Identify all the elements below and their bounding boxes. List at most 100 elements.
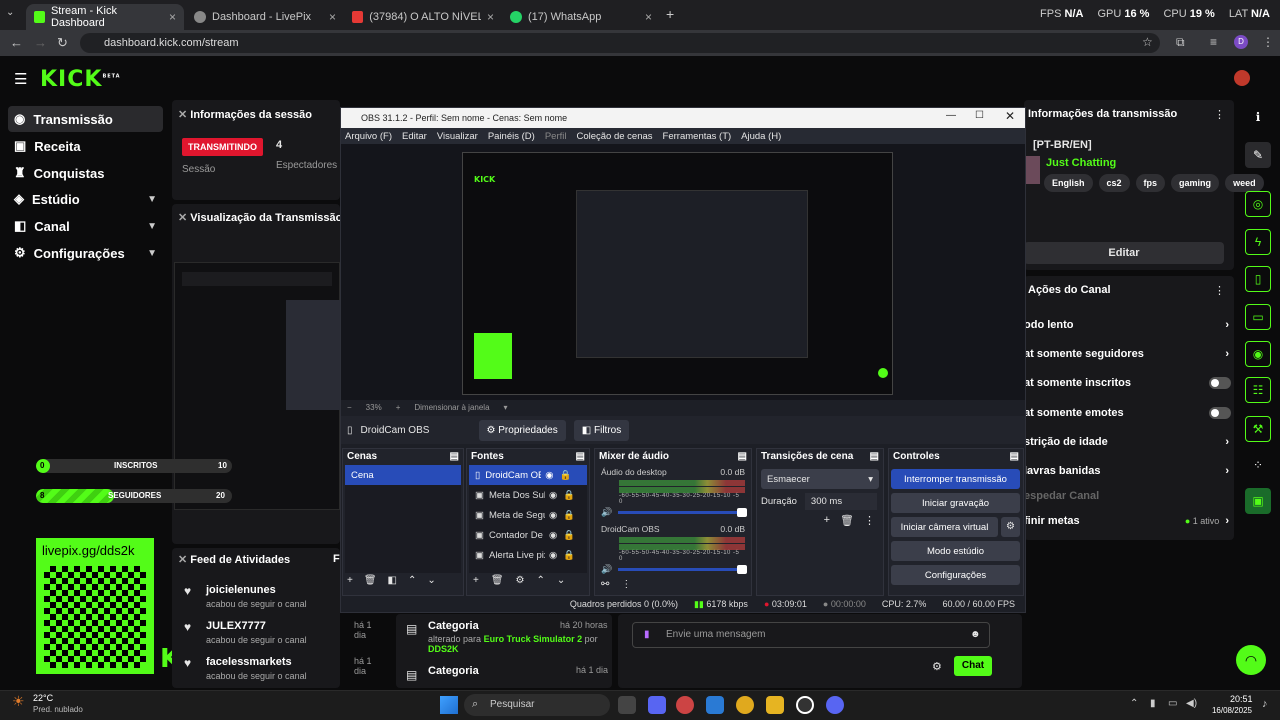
- obs-taskbar-icon[interactable]: [796, 696, 814, 714]
- close-icon[interactable]: ×: [329, 10, 336, 24]
- chevron-down-icon[interactable]: ⌄: [557, 575, 565, 586]
- speaker-icon[interactable]: 🔊: [601, 507, 612, 518]
- document-icon[interactable]: ▯: [1245, 266, 1271, 292]
- bookmark-star-icon[interactable]: ☆: [1142, 35, 1153, 49]
- url-field[interactable]: dashboard.kick.com/stream: [80, 33, 1160, 53]
- add-icon[interactable]: +: [473, 575, 479, 586]
- toggle-switch[interactable]: [1209, 407, 1231, 419]
- close-icon[interactable]: ×: [487, 10, 494, 24]
- start-recording-button[interactable]: Iniciar gravação: [891, 493, 1020, 513]
- menu-perfil[interactable]: Perfil: [545, 131, 567, 142]
- edit-pencil-icon[interactable]: ✎: [1245, 142, 1271, 168]
- tab-kick-dashboard[interactable]: Stream - Kick Dashboard ×: [26, 4, 184, 30]
- chevron-down-icon[interactable]: ▾: [504, 403, 508, 412]
- taskbar-search[interactable]: Pesquisar: [464, 694, 610, 716]
- emote-icon[interactable]: ▮: [644, 629, 650, 640]
- nav-configuracoes[interactable]: ⚙ Configurações ▼: [8, 240, 163, 266]
- close-icon[interactable]: ×: [169, 10, 176, 24]
- browser-menu-icon[interactable]: ⋮: [1262, 35, 1274, 49]
- user-avatar[interactable]: [1234, 70, 1250, 86]
- folder-icon[interactable]: [766, 696, 784, 714]
- category-link[interactable]: Just Chatting: [1046, 157, 1116, 169]
- filters-button[interactable]: ◧ Filtros: [573, 419, 630, 441]
- toggle-switch[interactable]: [1209, 377, 1231, 389]
- menu-visualizar[interactable]: Visualizar: [437, 131, 478, 142]
- windows-start-icon[interactable]: [440, 696, 458, 714]
- tab-search-icon[interactable]: ⌄: [6, 7, 14, 18]
- chevron-down-icon[interactable]: ⌄: [427, 575, 435, 586]
- settings-button[interactable]: Configurações: [891, 565, 1020, 585]
- menu-editar[interactable]: Editar: [402, 131, 427, 142]
- zoom-out-button[interactable]: −: [347, 403, 352, 412]
- chevron-up-icon[interactable]: ⌃: [408, 575, 416, 586]
- source-item[interactable]: ▣ Alerta Live pix ◉ 🔒: [469, 545, 587, 565]
- menu-ferramentas[interactable]: Ferramentas (T): [663, 131, 732, 142]
- transition-select[interactable]: Esmaecer ▾: [761, 469, 879, 489]
- nav-transmissao[interactable]: ◉ Transmissão: [8, 106, 163, 132]
- tab-livepix[interactable]: Dashboard - LivePix ×: [186, 4, 344, 30]
- menu-arquivo[interactable]: Arquivo (F): [345, 131, 392, 142]
- dock-options-icon[interactable]: ▤: [738, 451, 747, 462]
- info-icon[interactable]: ℹ: [1245, 104, 1271, 130]
- more-icon[interactable]: ⋮: [1214, 108, 1225, 121]
- tab-youtube[interactable]: (37984) O ALTO NÍVEL DO PREM ×: [344, 4, 502, 30]
- kick-logo[interactable]: KICKBETA: [40, 67, 121, 92]
- nav-receita[interactable]: ▣ Receita: [8, 133, 163, 159]
- source-item[interactable]: ▣ Meta Dos Sub ◉ 🔒: [469, 485, 587, 505]
- dock-options-icon[interactable]: ▤: [576, 451, 585, 462]
- discord-icon[interactable]: [648, 696, 666, 714]
- menu-ajuda[interactable]: Ajuda (H): [741, 131, 781, 142]
- trash-icon[interactable]: 🗑: [840, 514, 854, 527]
- studio-mode-button[interactable]: Modo estúdio: [891, 541, 1020, 561]
- link-icon[interactable]: ⚯: [601, 579, 609, 590]
- back-arrow-icon[interactable]: ←: [10, 35, 23, 50]
- duration-field[interactable]: 300 ms: [804, 493, 877, 510]
- chat-send-button[interactable]: Chat: [954, 656, 992, 676]
- copilot-icon[interactable]: [676, 696, 694, 714]
- app-icon[interactable]: ▣: [1245, 488, 1271, 514]
- history-user[interactable]: DDS2K: [428, 644, 459, 654]
- forward-arrow-icon[interactable]: →: [34, 35, 47, 50]
- support-headset-icon[interactable]: ◠: [1236, 645, 1266, 675]
- volume-slider[interactable]: [618, 508, 747, 517]
- zoom-in-button[interactable]: +: [396, 403, 401, 412]
- dock-options-icon[interactable]: ▤: [450, 451, 459, 462]
- action-subs-only[interactable]: at somente inscritos: [1024, 373, 1231, 393]
- source-item[interactable]: ▣ Meta de Segu ◉ 🔒: [469, 505, 587, 525]
- volume-icon[interactable]: ◀): [1186, 698, 1197, 709]
- action-emotes-only[interactable]: at somente emotes: [1024, 403, 1231, 423]
- dock-options-icon[interactable]: ▤: [1010, 451, 1019, 462]
- dock-options-icon[interactable]: ▤: [870, 451, 879, 462]
- source-item[interactable]: ▣ Contador De ◉ 🔒: [469, 525, 587, 545]
- edit-button[interactable]: Editar: [1024, 242, 1224, 264]
- nav-estudio[interactable]: ◈ Estúdio ▼: [8, 186, 163, 212]
- lightning-icon[interactable]: ϟ: [1245, 229, 1271, 255]
- action-age-restriction[interactable]: strição de idade ›: [1024, 432, 1229, 452]
- action-slow-mode[interactable]: odo lento ›: [1024, 315, 1229, 335]
- zoom-mode[interactable]: Dimensionar à janela: [414, 403, 489, 412]
- volume-slider[interactable]: [618, 565, 747, 574]
- taskview-icon[interactable]: [618, 696, 636, 714]
- close-icon[interactable]: ×: [645, 10, 652, 24]
- discord-app-icon[interactable]: [826, 696, 844, 714]
- minimize-icon[interactable]: —: [946, 110, 956, 121]
- keyboard-icon[interactable]: ▭: [1168, 698, 1177, 709]
- gear-icon[interactable]: ⚙: [1001, 517, 1020, 537]
- menu-paineis[interactable]: Painéis (D): [488, 131, 535, 142]
- mic-icon[interactable]: ▮: [1150, 698, 1156, 709]
- action-followers-only[interactable]: at somente seguidores ›: [1024, 344, 1229, 364]
- media-icon[interactable]: ≡: [1210, 35, 1217, 49]
- tray-chevron-icon[interactable]: ⌃: [1130, 698, 1138, 709]
- more-icon[interactable]: ⋮: [621, 579, 631, 590]
- chat-bubble-icon[interactable]: ▭: [1245, 304, 1271, 330]
- maximize-icon[interactable]: ☐: [975, 110, 984, 121]
- tab-whatsapp[interactable]: (17) WhatsApp ×: [502, 4, 660, 30]
- weather-icon[interactable]: ☀: [12, 693, 25, 710]
- emoji-icon[interactable]: ☻: [970, 629, 981, 640]
- scene-item[interactable]: Cena: [345, 465, 461, 485]
- notification-bell-icon[interactable]: ♪: [1262, 698, 1268, 710]
- action-host-channel[interactable]: espedar Canal: [1024, 486, 1229, 506]
- chat-settings-icon[interactable]: ⚙: [932, 660, 942, 673]
- nav-conquistas[interactable]: ♜ Conquistas: [8, 160, 163, 186]
- properties-button[interactable]: ⚙ Propriedades: [478, 419, 566, 441]
